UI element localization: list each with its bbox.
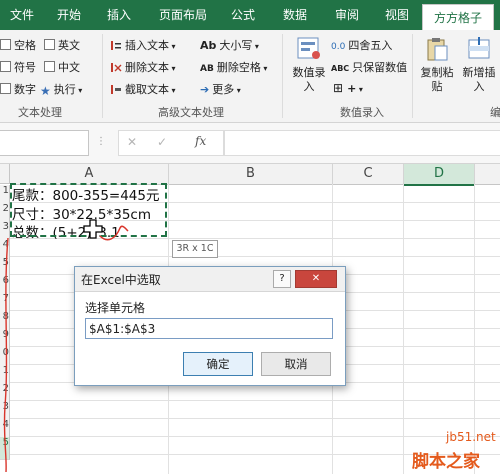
column-header-e[interactable] [475, 164, 500, 185]
delete-text-button[interactable]: 删除文本 ▾ [110, 59, 176, 75]
tab-data[interactable]: 数据 [276, 0, 314, 30]
english-checkbox[interactable]: 英文 [44, 37, 80, 53]
tab-page-layout[interactable]: 页面布局 [150, 0, 216, 30]
ribbon-tab-bar: 文件 开始 插入 页面布局 公式 数据 审阅 视图 方方格子 [0, 0, 500, 31]
number-entry-icon [297, 37, 320, 59]
column-header-b[interactable]: B [169, 164, 333, 185]
formula-bar: ⋮ ✕ ✓ fx [0, 123, 500, 164]
edit-group-label: 编 [490, 106, 500, 119]
add-insert-button[interactable]: 新增插入 [460, 36, 498, 94]
extract-text-icon [111, 85, 121, 94]
more-button[interactable]: ➔ 更多 ▾ [200, 81, 241, 97]
case-icon: Ab [200, 39, 217, 52]
cancel-button[interactable]: 取消 [261, 352, 331, 376]
dialog-title-bar[interactable]: 在Excel中选取 ? ✕ [75, 267, 345, 292]
tab-file[interactable]: 文件 [0, 0, 44, 30]
chinese-checkbox[interactable]: 中文 [44, 59, 80, 75]
column-header-a[interactable]: A [10, 164, 169, 185]
extract-text-button[interactable]: 截取文本 ▾ [110, 81, 176, 97]
tab-fangfanggezi[interactable]: 方方格子 [422, 4, 494, 31]
checkbox-icon [0, 39, 11, 50]
cursor-icon [83, 219, 129, 241]
delete-space-button[interactable]: AB 删除空格 ▾ [200, 59, 267, 75]
group-divider [102, 34, 103, 118]
keep-value-icon: ABC [331, 64, 350, 73]
symbol-checkbox[interactable]: 符号 [0, 59, 36, 75]
range-input[interactable]: $A$1:$A$3 [85, 318, 333, 339]
delete-space-icon: AB [200, 64, 214, 74]
keep-value-button[interactable]: ABC 只保留数值 [331, 59, 407, 75]
copy-paste-button[interactable]: 复制粘贴 [418, 36, 456, 94]
select-cells-label: 选择单元格 [85, 301, 146, 315]
checkbox-icon [0, 83, 11, 94]
insert-text-icon [111, 41, 121, 50]
select-range-dialog: 在Excel中选取 ? ✕ 选择单元格 $A$1:$A$3 确定 取消 [74, 266, 346, 386]
checkbox-icon [0, 61, 11, 72]
case-button[interactable]: Ab 大小写 ▾ [200, 37, 259, 53]
checkbox-icon [44, 61, 55, 72]
ribbon: 空格 英文 符号 中文 数字 ★ 执行 ▾ 文本处理 插入文本 ▾ Ab 大小写 ▾… [0, 30, 500, 123]
advanced-group-label: 高级文本处理 [158, 106, 224, 119]
column-header-c[interactable]: C [333, 164, 404, 185]
execute-button[interactable]: ★ 执行 ▾ [40, 81, 82, 98]
number-group-label: 数值录入 [340, 106, 384, 119]
delete-text-icon [111, 63, 122, 72]
plus-icon: + [347, 82, 357, 95]
tab-formulas[interactable]: 公式 [224, 0, 262, 30]
clipboard-icon [427, 38, 448, 61]
tab-home[interactable]: 开始 [50, 0, 88, 30]
gridline [403, 184, 404, 474]
close-button[interactable]: ✕ [295, 270, 337, 288]
formula-buttons: ✕ ✓ fx [118, 130, 224, 156]
selection-size-tooltip: 3R x 1C [172, 240, 218, 258]
confirm-edit-icon[interactable]: ✓ [157, 135, 167, 149]
name-box[interactable] [0, 130, 89, 156]
insert-symbol-button[interactable]: ⊞ + ▾ [333, 81, 363, 95]
help-button[interactable]: ? [273, 270, 291, 288]
formula-input[interactable] [224, 130, 500, 156]
text-group-label: 文本处理 [18, 106, 62, 119]
space-checkbox[interactable]: 空格 [0, 37, 36, 53]
gridline [10, 436, 500, 437]
tab-insert[interactable]: 插入 [100, 0, 138, 30]
column-header-d[interactable]: D [404, 164, 475, 186]
checkbox-icon [44, 39, 55, 50]
watermark-url: jb51.net [446, 430, 496, 444]
tab-view[interactable]: 视图 [378, 0, 416, 30]
group-divider [412, 34, 413, 118]
round-button[interactable]: 0.0 四舍五入 [331, 37, 392, 53]
star-icon: ★ [40, 84, 51, 98]
cancel-edit-icon[interactable]: ✕ [127, 135, 137, 149]
dialog-title: 在Excel中选取 [81, 273, 161, 287]
tab-review[interactable]: 审阅 [328, 0, 366, 30]
watermark-logo-text: 脚本之家 [412, 452, 480, 472]
number-checkbox[interactable]: 数字 [0, 81, 36, 97]
arrow-right-icon: ➔ [200, 83, 210, 96]
ok-button[interactable]: 确定 [183, 352, 253, 376]
gridline [10, 400, 500, 401]
red-annotation-line [3, 237, 9, 473]
drag-handle-icon[interactable]: ⋮ [96, 135, 106, 149]
insert-text-button[interactable]: 插入文本 ▾ [110, 37, 176, 53]
symbol-icon: ⊞ [333, 81, 344, 95]
number-entry-button[interactable]: 数值录入 [288, 36, 330, 96]
gridline [10, 256, 500, 257]
insert-rows-icon [468, 37, 490, 59]
select-all-corner[interactable] [0, 164, 10, 184]
gridline [10, 418, 500, 419]
group-divider [282, 34, 283, 118]
insert-function-icon[interactable]: fx [195, 134, 206, 148]
round-icon: 0.0 [331, 42, 346, 52]
